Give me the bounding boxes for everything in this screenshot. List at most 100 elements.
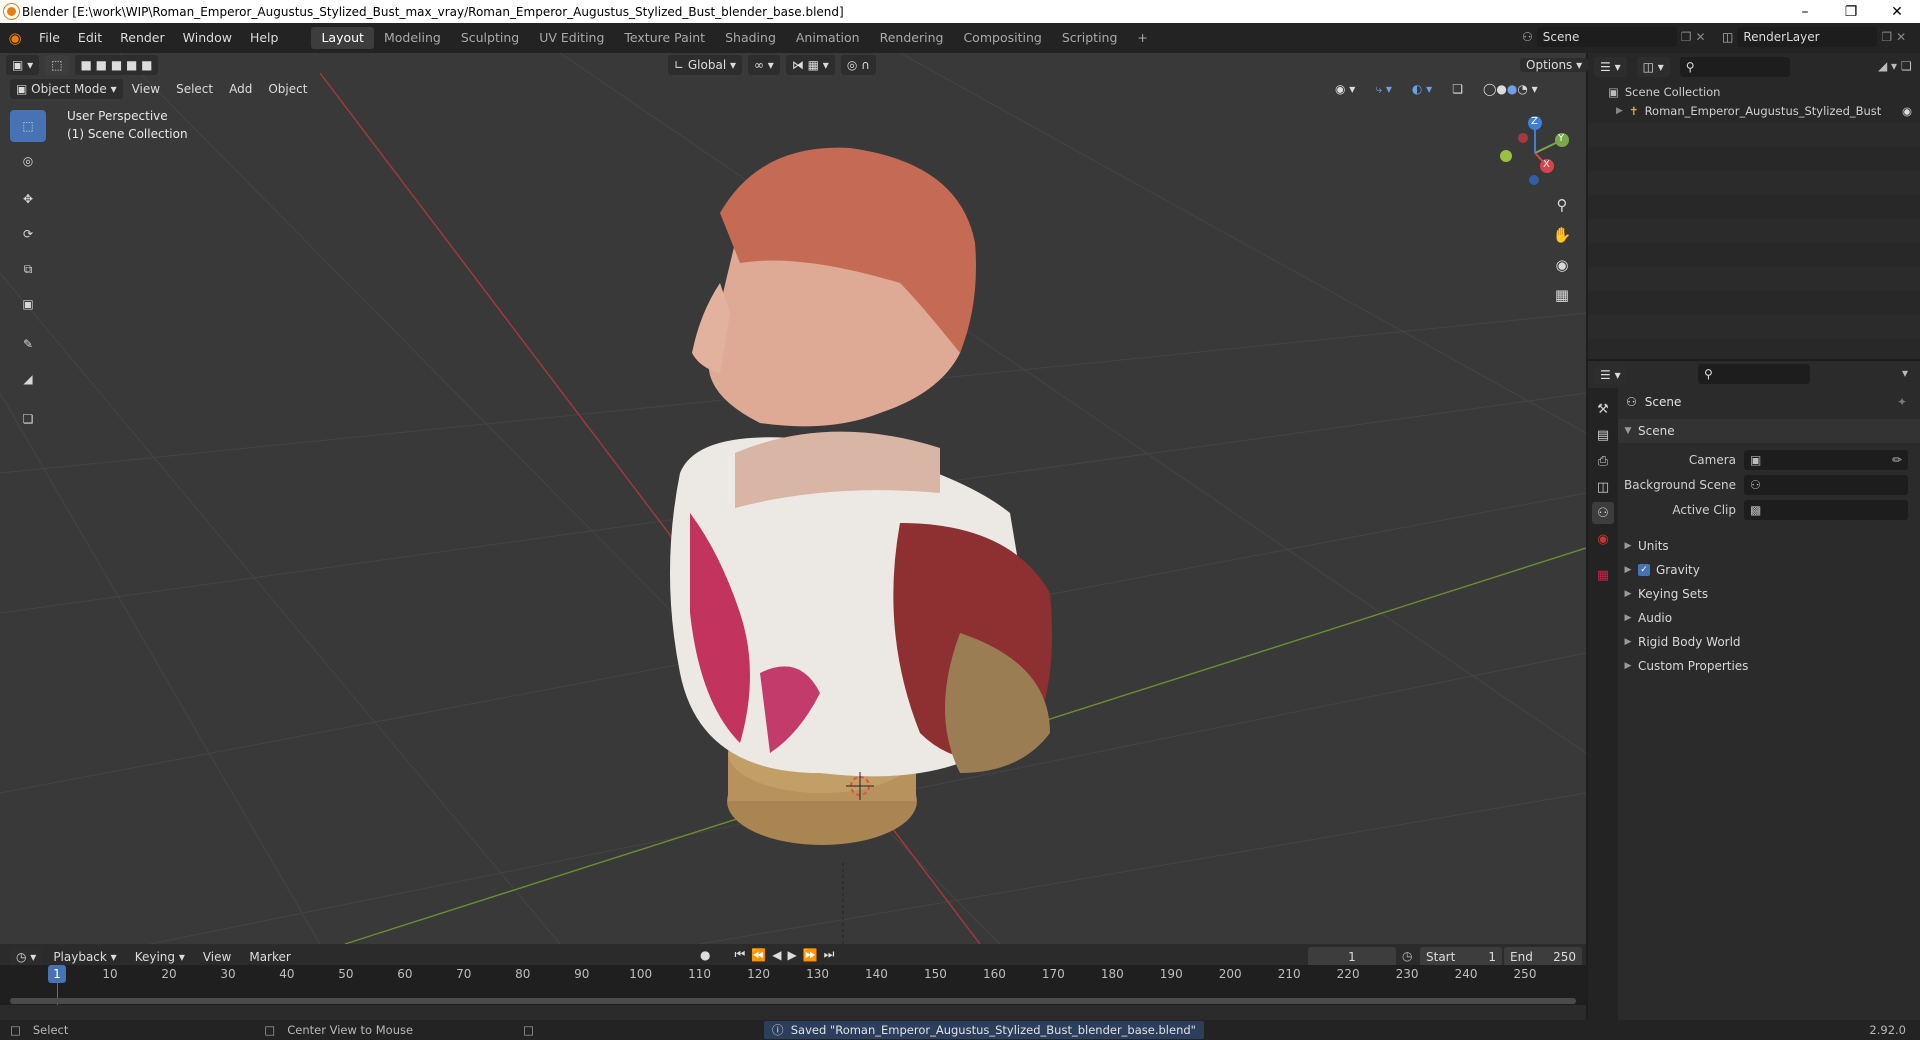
ortho-grid-icon[interactable]: ▦ — [1548, 281, 1576, 309]
tool-tab-icon[interactable]: ⚒ — [1592, 398, 1614, 420]
visibility-eye-icon[interactable]: ◉ ▾ — [1328, 79, 1362, 99]
tool-transform[interactable]: ▣ — [10, 288, 46, 320]
selection-mode-icons[interactable]: ■ ■ ■ ■ ■ — [74, 55, 159, 75]
outliner-scene-collection[interactable]: ▣ Scene Collection — [1608, 85, 1720, 99]
add-workspace-button[interactable]: + — [1127, 27, 1157, 49]
tool-scale[interactable]: ⧉ — [10, 253, 46, 285]
tab-rendering[interactable]: Rendering — [870, 27, 954, 49]
gizmo-toggle-icon[interactable]: ⤷ ▾ — [1368, 79, 1399, 99]
snap-icon[interactable]: ⧒ ▦ ▾ — [785, 55, 835, 75]
display-mode-icon[interactable]: ◫ ▾ — [1636, 57, 1670, 77]
properties-search-input[interactable]: ⚲ — [1698, 364, 1810, 384]
prev-keyframe-icon[interactable]: ⏪ — [751, 948, 766, 962]
tool-annotate[interactable]: ✎ — [10, 328, 46, 360]
menu-edit[interactable]: Edit — [69, 27, 111, 49]
scene-panel-header[interactable]: ▼ Scene — [1618, 419, 1920, 443]
3d-viewport[interactable]: User Perspective (1) Scene Collection ⬚ … — [0, 53, 1586, 944]
start-frame-field[interactable]: Start 1 — [1420, 947, 1502, 967]
filter-icon[interactable]: ◢ ▾ — [1878, 59, 1897, 73]
visibility-eye-icon[interactable]: ◉ — [1902, 104, 1912, 118]
view-layer-tab-icon[interactable]: ◫ — [1592, 476, 1614, 498]
current-frame-field[interactable]: 1 — [1308, 947, 1396, 967]
jump-end-icon[interactable]: ⏭ — [824, 947, 835, 962]
timeline-scrollbar[interactable] — [10, 998, 1576, 1004]
transform-orientation-dropdown[interactable]: ∟ Global ▾ — [668, 55, 742, 75]
scene-icon[interactable]: ⚇ — [1522, 30, 1533, 44]
viewport-menu-object[interactable]: Object — [261, 79, 314, 99]
camera-field[interactable]: ▣ ✏ — [1744, 450, 1908, 470]
background-scene-field[interactable]: ⚇ — [1744, 475, 1908, 495]
jump-start-icon[interactable]: ⏮ — [734, 947, 745, 962]
render-tab-icon[interactable]: ▤ — [1592, 424, 1614, 446]
camera-view-icon[interactable]: ◉ — [1548, 251, 1576, 279]
options-dropdown[interactable]: Options ▾ — [1520, 58, 1589, 72]
record-icon[interactable]: ● — [700, 948, 710, 962]
delete-layer-icon[interactable]: ✕ — [1896, 30, 1906, 44]
menu-help[interactable]: Help — [241, 27, 288, 49]
play-icon[interactable]: ▶ — [787, 948, 796, 962]
scene-tab-icon[interactable]: ⚇ — [1592, 502, 1614, 524]
eyedropper-icon[interactable]: ✏ — [1892, 453, 1908, 467]
gravity-panel[interactable]: ▶ ✓ Gravity — [1618, 558, 1920, 582]
output-tab-icon[interactable]: ⎙ — [1592, 450, 1614, 472]
viewport-menu-view[interactable]: View — [125, 79, 167, 99]
world-tab-icon[interactable]: ◉ — [1592, 528, 1614, 550]
scene-selector[interactable]: Scene — [1536, 27, 1677, 47]
editor-type-icon[interactable]: ▣ ▾ — [6, 55, 40, 75]
select-tool-icon[interactable]: ⬚ — [45, 55, 69, 75]
timeline-menu-view[interactable]: View — [196, 947, 238, 967]
properties-options-icon[interactable]: ▾ — [1902, 366, 1908, 380]
tab-uv-editing[interactable]: UV Editing — [529, 27, 614, 49]
menu-render[interactable]: Render — [111, 27, 174, 49]
tool-cursor[interactable]: ◎ — [10, 145, 46, 177]
outliner-editor-type-icon[interactable]: ☰ ▾ — [1594, 57, 1627, 77]
xray-toggle-icon[interactable]: ❏ — [1445, 79, 1470, 99]
render-layer-selector[interactable]: RenderLayer — [1737, 27, 1878, 47]
pin-icon[interactable]: ✦ — [1897, 395, 1907, 409]
active-clip-field[interactable]: ▩ — [1744, 500, 1908, 520]
timeline-ruler[interactable]: 1 10 20 30 40 50 60 70 80 90 100 110 120 130 140 150 160… — [0, 965, 1586, 1005]
tab-shading[interactable]: Shading — [715, 27, 786, 49]
menu-file[interactable]: File — [30, 27, 69, 49]
timeline-menu-keying[interactable]: Keying ▾ — [128, 947, 192, 967]
shading-modes-icons[interactable]: ◯●●◔ ▾ — [1476, 79, 1545, 99]
timeline-menu-playback[interactable]: Playback ▾ — [46, 947, 123, 967]
timeline-editor-type-icon[interactable]: ◷ ▾ — [10, 947, 43, 967]
outliner-item[interactable]: ▶ ✝ Roman_Emperor_Augustus_Stylized_Bust… — [1616, 104, 1912, 118]
play-reverse-icon[interactable]: ◀ — [772, 948, 781, 962]
tool-measure[interactable]: ◢ — [10, 363, 46, 395]
minimize-button[interactable]: – — [1782, 0, 1828, 23]
pivot-icon[interactable]: ∞ ▾ — [748, 55, 780, 75]
properties-editor-type-icon[interactable]: ☰ ▾ — [1594, 365, 1627, 385]
proportional-edit-icon[interactable]: ◎ ∩ — [840, 55, 876, 75]
next-keyframe-icon[interactable]: ⏩ — [803, 948, 818, 962]
gravity-checkbox[interactable]: ✓ — [1638, 564, 1650, 576]
pan-hand-icon[interactable]: ✋ — [1548, 221, 1576, 249]
overlays-toggle-icon[interactable]: ◐ ▾ — [1405, 79, 1439, 99]
new-scene-icon[interactable]: ❐ — [1681, 30, 1692, 44]
new-layer-icon[interactable]: ❐ — [1881, 30, 1892, 44]
tool-rotate[interactable]: ⟳ — [10, 218, 46, 250]
texture-tab-icon[interactable]: ▦ — [1592, 564, 1614, 586]
tab-animation[interactable]: Animation — [786, 27, 870, 49]
viewport-menu-add[interactable]: Add — [222, 79, 259, 99]
end-frame-field[interactable]: End 250 — [1504, 947, 1582, 967]
units-panel[interactable]: ▶ Units — [1618, 534, 1920, 558]
tool-move[interactable]: ✥ — [10, 183, 46, 215]
timeline-menu-marker[interactable]: Marker — [242, 947, 297, 967]
tab-modeling[interactable]: Modeling — [374, 27, 451, 49]
menu-window[interactable]: Window — [174, 27, 241, 49]
outliner-search-input[interactable]: ⚲ — [1679, 57, 1790, 77]
zoom-icon[interactable]: ⚲ — [1548, 191, 1576, 219]
object-mode-dropdown[interactable]: ▣ Object Mode ▾ — [10, 79, 123, 99]
close-window-button[interactable]: ✕ — [1874, 0, 1920, 23]
tab-scripting[interactable]: Scripting — [1052, 27, 1128, 49]
restore-button[interactable]: ❐ — [1828, 0, 1874, 23]
tab-compositing[interactable]: Compositing — [953, 27, 1051, 49]
tab-layout[interactable]: Layout — [311, 27, 374, 49]
blender-menu-icon[interactable]: ◉ — [0, 29, 30, 47]
render-layer-icon[interactable]: ◫ — [1722, 30, 1733, 44]
keying-sets-panel[interactable]: ▶ Keying Sets — [1618, 582, 1920, 606]
audio-panel[interactable]: ▶ Audio — [1618, 606, 1920, 630]
viewport-menu-select[interactable]: Select — [169, 79, 220, 99]
